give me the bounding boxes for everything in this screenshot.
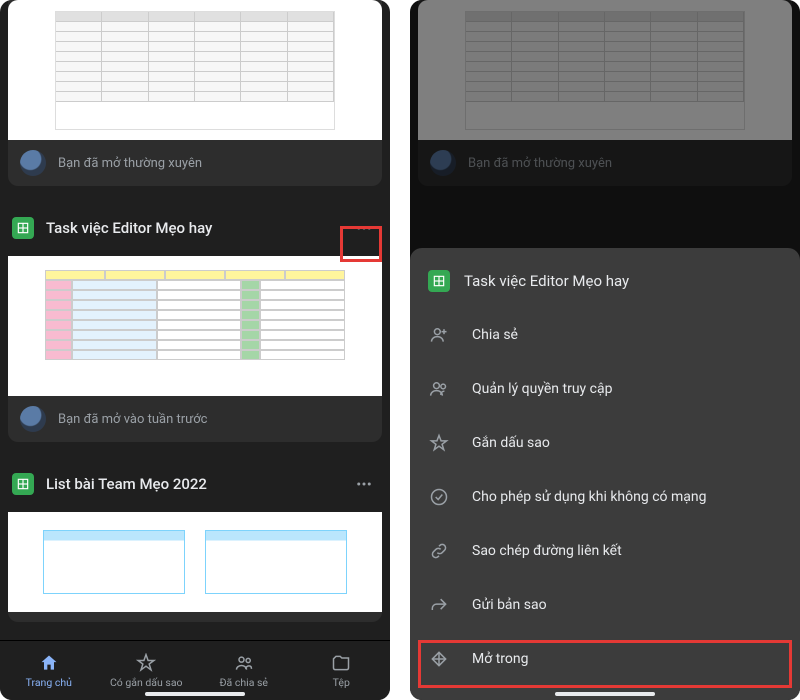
sheets-icon bbox=[12, 473, 34, 495]
star-icon bbox=[428, 432, 450, 454]
link-icon bbox=[428, 540, 450, 562]
sheet-item-label: Sao chép đường liên kết bbox=[472, 543, 622, 559]
file-title: Task việc Editor Mẹo hay bbox=[46, 219, 338, 237]
sheet-item-label: Quản lý quyền truy cập bbox=[472, 381, 612, 397]
file-thumbnail bbox=[8, 0, 382, 140]
sheet-item-star[interactable]: Gắn dấu sao bbox=[410, 416, 800, 470]
sheet-item-copy-link[interactable]: Sao chép đường liên kết bbox=[410, 524, 800, 578]
avatar bbox=[20, 150, 46, 176]
people-icon bbox=[428, 378, 450, 400]
sheet-title: Task việc Editor Mẹo hay bbox=[464, 272, 629, 290]
sheet-item-label: Gắn dấu sao bbox=[472, 435, 550, 451]
nav-label: Có gắn dấu sao bbox=[110, 676, 183, 689]
sheet-title-row: Task việc Editor Mẹo hay bbox=[410, 254, 800, 308]
sheet-item-label: Mở trong bbox=[472, 651, 528, 667]
file-card[interactable]: Bạn đã mở vào tuần trước bbox=[8, 256, 382, 442]
sheet-item-manage-access[interactable]: Quản lý quyền truy cập bbox=[410, 362, 800, 416]
more-button[interactable] bbox=[350, 470, 378, 498]
file-meta: Bạn đã mở vào tuần trước bbox=[58, 412, 207, 427]
file-thumbnail bbox=[8, 256, 382, 396]
sheet-item-send-copy[interactable]: Gửi bản sao bbox=[410, 578, 800, 632]
file-title: List bài Team Mẹo 2022 bbox=[46, 475, 338, 493]
files-list[interactable]: Bạn đã mở thường xuyên Task việc Editor … bbox=[0, 0, 390, 640]
sheet-item-share[interactable]: Chia sẻ bbox=[410, 308, 800, 362]
nav-label: Trang chủ bbox=[26, 676, 72, 689]
nav-label: Đã chia sẻ bbox=[220, 676, 269, 689]
bottom-nav: Trang chủ Có gắn dấu sao Đã chia sẻ Tệp bbox=[0, 640, 390, 700]
sheet-item-label: Cho phép sử dụng khi không có mạng bbox=[472, 489, 706, 505]
sheets-icon bbox=[12, 217, 34, 239]
sheet-item-offline[interactable]: Cho phép sử dụng khi không có mạng bbox=[410, 470, 800, 524]
open-in-icon bbox=[428, 648, 450, 670]
file-title-row[interactable]: List bài Team Mẹo 2022 bbox=[0, 456, 390, 512]
sheet-item-open-in[interactable]: Mở trong bbox=[410, 632, 800, 686]
nav-label: Tệp bbox=[333, 676, 350, 689]
file-card[interactable] bbox=[8, 512, 382, 622]
phone-left: Bạn đã mở thường xuyên Task việc Editor … bbox=[0, 0, 390, 700]
sheet-item-label: Chia sẻ bbox=[472, 327, 518, 343]
send-copy-icon bbox=[428, 594, 450, 616]
nav-home[interactable]: Trang chủ bbox=[0, 641, 98, 700]
home-indicator bbox=[555, 692, 655, 696]
file-title-row[interactable]: Task việc Editor Mẹo hay bbox=[0, 200, 390, 256]
file-meta: Bạn đã mở thường xuyên bbox=[58, 156, 202, 171]
action-sheet: Task việc Editor Mẹo hay Chia sẻ Quản lý… bbox=[410, 248, 800, 700]
sheet-item-label: Gửi bản sao bbox=[472, 597, 547, 613]
more-button[interactable] bbox=[350, 214, 378, 242]
phone-right: Bạn đã mở thường xuyên Task việc Editor … bbox=[410, 0, 800, 700]
file-thumbnail bbox=[8, 512, 382, 612]
file-card[interactable]: Bạn đã mở thường xuyên bbox=[8, 0, 382, 186]
offline-icon bbox=[428, 486, 450, 508]
home-indicator bbox=[145, 692, 245, 696]
sheets-icon bbox=[428, 270, 450, 292]
avatar bbox=[20, 406, 46, 432]
person-plus-icon bbox=[428, 324, 450, 346]
nav-files[interactable]: Tệp bbox=[293, 641, 391, 700]
